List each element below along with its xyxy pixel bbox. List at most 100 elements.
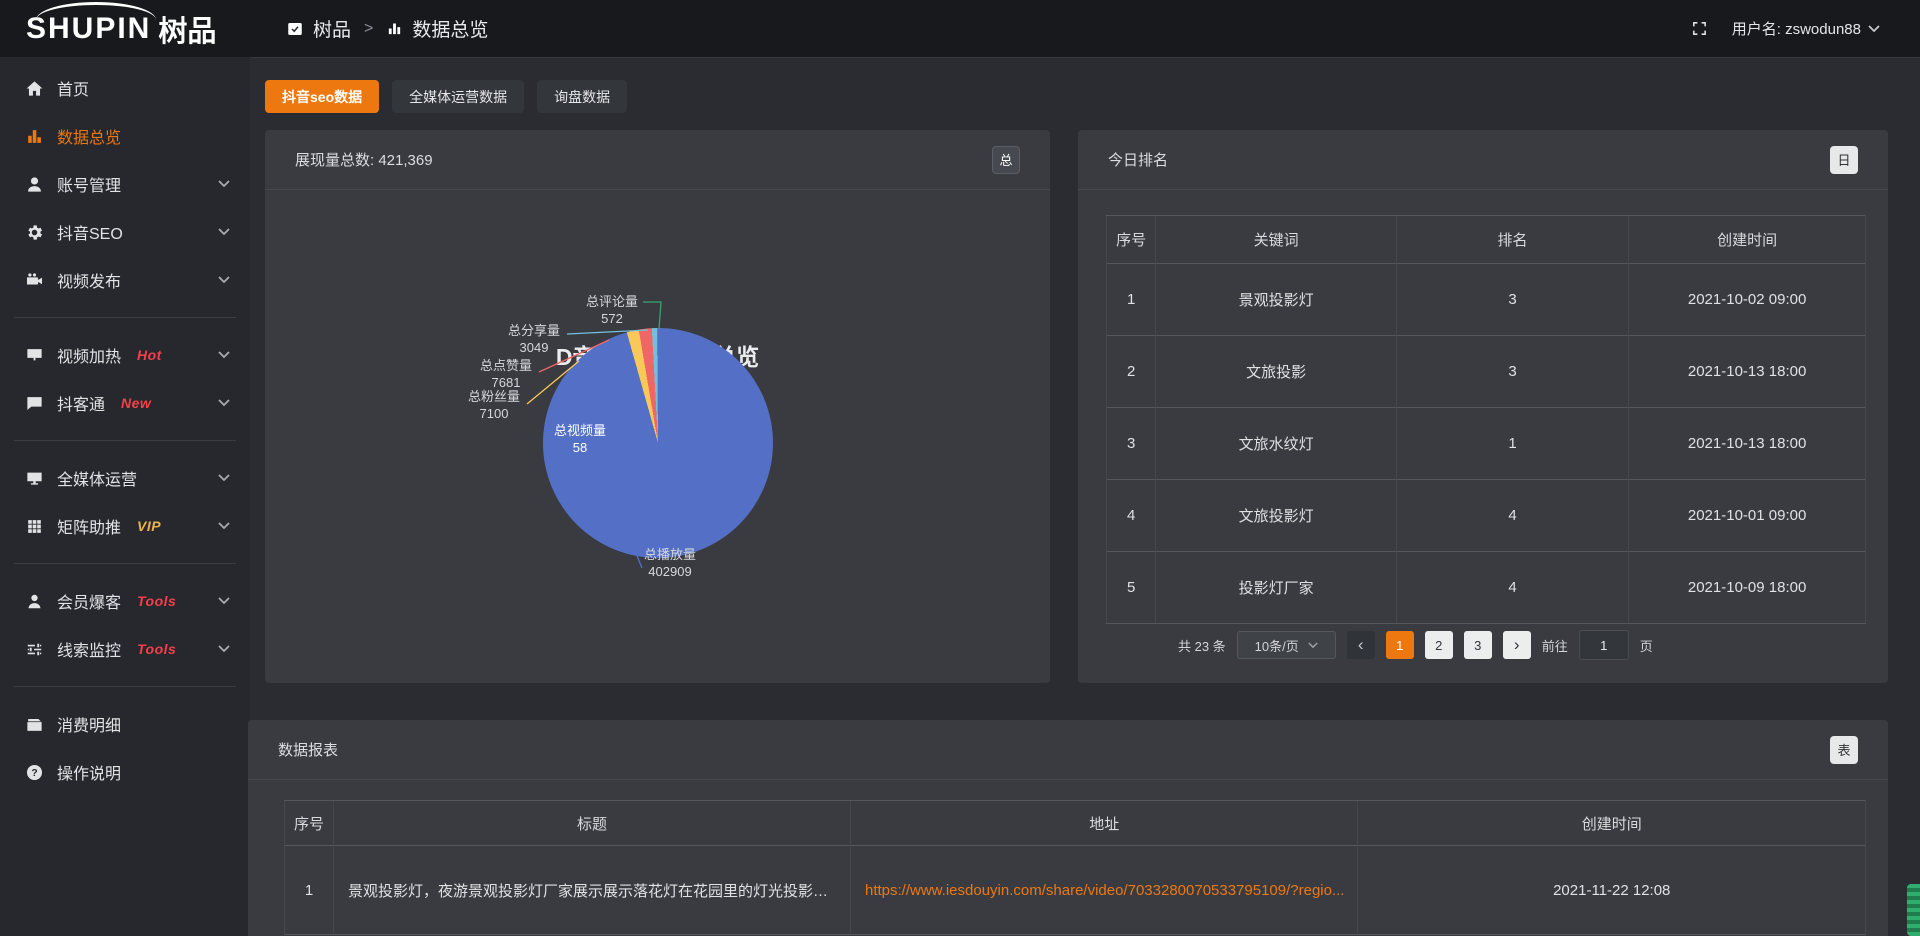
sidebar-item-matrix-boost[interactable]: 矩阵助推 VIP <box>0 502 250 550</box>
sidebar-item-video-publish[interactable]: 视频发布 <box>0 256 250 304</box>
pagination: 共 23 条 10条/页 ‹ 1 2 3 › 前往 页 <box>1178 630 1653 660</box>
video-camera-icon <box>24 270 44 290</box>
rank-panel: 今日排名 日 序号 关键词 排名 创建时间 1景观投影灯32021-10-02 … <box>1078 130 1888 683</box>
sidebar-item-home[interactable]: 首页 <box>0 64 250 112</box>
sidebar-divider <box>14 440 236 441</box>
sidebar-item-douketong[interactable]: 抖客通 New <box>0 379 250 427</box>
breadcrumb-root[interactable]: 树品 <box>313 15 351 42</box>
header-divider <box>250 57 1920 58</box>
pie-label-videos: 总视频量 58 <box>549 422 611 456</box>
sidebar-item-label: 账号管理 <box>57 172 121 196</box>
sidebar-item-label: 线索监控 <box>57 637 121 661</box>
chevron-down-icon <box>218 228 230 236</box>
col-title: 标题 <box>334 801 851 846</box>
logo: SHUPIN 树品 <box>0 0 250 57</box>
table-row: 3文旅水纹灯12021-10-13 18:00 <box>1107 408 1866 480</box>
user-icon <box>24 174 44 194</box>
goto-page-input[interactable] <box>1579 630 1629 660</box>
user-menu[interactable]: 用户名: zswodun88 <box>1732 18 1880 39</box>
table-header-row: 序号 关键词 排名 创建时间 <box>1107 216 1866 264</box>
page-size-select[interactable]: 10条/页 <box>1237 631 1336 659</box>
page-button-2[interactable]: 2 <box>1425 631 1453 659</box>
tab-media-operation[interactable]: 全媒体运营数据 <box>392 80 524 113</box>
col-created: 创建时间 <box>1629 216 1866 264</box>
chevron-down-icon <box>218 645 230 653</box>
sidebar-item-video-heat[interactable]: 视频加热 Hot <box>0 331 250 379</box>
app: SHUPIN 树品 树品 > 数据总览 用户名: zswodun88 <box>0 0 1920 936</box>
chart-panel: 展现量总数: 421,369 总 D音SEO数据量总览 总评论量 572 总分享… <box>265 130 1050 683</box>
sidebar-item-help[interactable]: ? 操作说明 <box>0 748 250 796</box>
sidebar-item-label: 首页 <box>57 76 89 100</box>
tab-inquiry[interactable]: 询盘数据 <box>537 80 627 113</box>
table-row: 1景观投影灯32021-10-02 09:00 <box>1107 264 1866 336</box>
col-index: 序号 <box>1107 216 1156 264</box>
pie-label-fans: 总粉丝量 7100 <box>463 388 525 422</box>
page-button-1[interactable]: 1 <box>1386 631 1414 659</box>
pie-label-shares: 总分享量 3049 <box>503 322 565 356</box>
table-row: 2文旅投影32021-10-13 18:00 <box>1107 336 1866 408</box>
pagination-total: 共 23 条 <box>1178 636 1226 655</box>
bar-chart-icon <box>386 20 403 37</box>
sidebar-item-media-operation[interactable]: 全媒体运营 <box>0 454 250 502</box>
user-area: 用户名: zswodun88 <box>1691 0 1880 57</box>
gear-icon <box>24 222 44 242</box>
chevron-down-icon <box>218 351 230 359</box>
sidebar-item-label: 矩阵助推 <box>57 514 121 538</box>
col-keyword: 关键词 <box>1156 216 1397 264</box>
breadcrumb-current[interactable]: 数据总览 <box>412 15 488 42</box>
sidebar-item-consumption[interactable]: 消费明细 <box>0 700 250 748</box>
sidebar-divider <box>14 563 236 564</box>
breadcrumb-separator: > <box>364 20 373 38</box>
goto-label: 前往 <box>1542 636 1568 655</box>
tab-douyin-seo[interactable]: 抖音seo数据 <box>265 80 379 113</box>
bar-chart-icon <box>24 126 44 146</box>
sidebar-divider <box>14 317 236 318</box>
sidebar-item-label: 操作说明 <box>57 760 121 784</box>
page-button-3[interactable]: 3 <box>1464 631 1492 659</box>
chevron-down-icon <box>218 399 230 407</box>
report-panel-header: 数据报表 表 <box>248 720 1888 780</box>
chevron-down-icon <box>218 522 230 530</box>
table-row: 4文旅投影灯42021-10-01 09:00 <box>1107 480 1866 552</box>
video-title-cell: 景观投影灯，夜游景观投影灯厂家展示展示落花灯在花园里的灯光投影应用效果 # <box>334 846 851 935</box>
chevron-down-icon <box>1308 642 1318 649</box>
sidebar: 首页 数据总览 账号管理 抖音SEO 视频发布 视频加热 Hot <box>0 57 250 936</box>
sidebar-item-member-burst[interactable]: 会员爆客 Tools <box>0 577 250 625</box>
pie-label-comments: 总评论量 572 <box>581 293 643 327</box>
day-mode-button[interactable]: 日 <box>1830 146 1858 174</box>
table-mode-button[interactable]: 表 <box>1830 736 1858 764</box>
pie-label-likes: 总点赞量 7681 <box>475 357 537 391</box>
top-header: SHUPIN 树品 树品 > 数据总览 用户名: zswodun88 <box>0 0 1920 57</box>
table-row: 5投影灯厂家42021-10-09 18:00 <box>1107 552 1866 624</box>
sidebar-item-label: 会员爆客 <box>57 589 121 613</box>
fullscreen-icon[interactable] <box>1691 20 1708 37</box>
sidebar-item-lead-monitor[interactable]: 线索监控 Tools <box>0 625 250 673</box>
sidebar-item-account[interactable]: 账号管理 <box>0 160 250 208</box>
rank-panel-title: 今日排名 <box>1108 149 1168 170</box>
logo-arc-icon <box>36 2 156 20</box>
logo-text-cn: 树品 <box>158 8 216 50</box>
sidebar-item-douyin-seo[interactable]: 抖音SEO <box>0 208 250 256</box>
chat-icon <box>24 393 44 413</box>
vip-badge: VIP <box>137 518 161 534</box>
pie-label-plays: 总播放量 402909 <box>637 546 703 580</box>
prev-page-button[interactable]: ‹ <box>1347 631 1375 659</box>
sliders-icon <box>24 639 44 659</box>
col-index: 序号 <box>285 801 334 846</box>
table-header-row: 序号 标题 地址 创建时间 <box>285 801 1866 846</box>
next-page-button[interactable]: › <box>1503 631 1531 659</box>
total-mode-button[interactable]: 总 <box>992 146 1020 174</box>
sidebar-item-label: 视频发布 <box>57 268 121 292</box>
floating-widget[interactable] <box>1907 884 1920 936</box>
data-tabs: 抖音seo数据 全媒体运营数据 询盘数据 <box>265 80 627 113</box>
video-url-link[interactable]: https://www.iesdouyin.com/share/video/70… <box>850 846 1358 935</box>
report-table: 序号 标题 地址 创建时间 1 景观投影灯，夜游景观投影灯厂家展示展示落花灯在花… <box>284 800 1866 936</box>
impressions-total-label: 展现量总数: 421,369 <box>295 149 433 170</box>
breadcrumb: 树品 > 数据总览 <box>286 15 488 42</box>
tools-badge: Tools <box>137 641 176 657</box>
col-created: 创建时间 <box>1358 801 1866 846</box>
report-panel-title: 数据报表 <box>278 739 338 760</box>
sidebar-item-data-overview[interactable]: 数据总览 <box>0 112 250 160</box>
sidebar-item-label: 全媒体运营 <box>57 466 137 490</box>
chevron-down-icon <box>218 474 230 482</box>
